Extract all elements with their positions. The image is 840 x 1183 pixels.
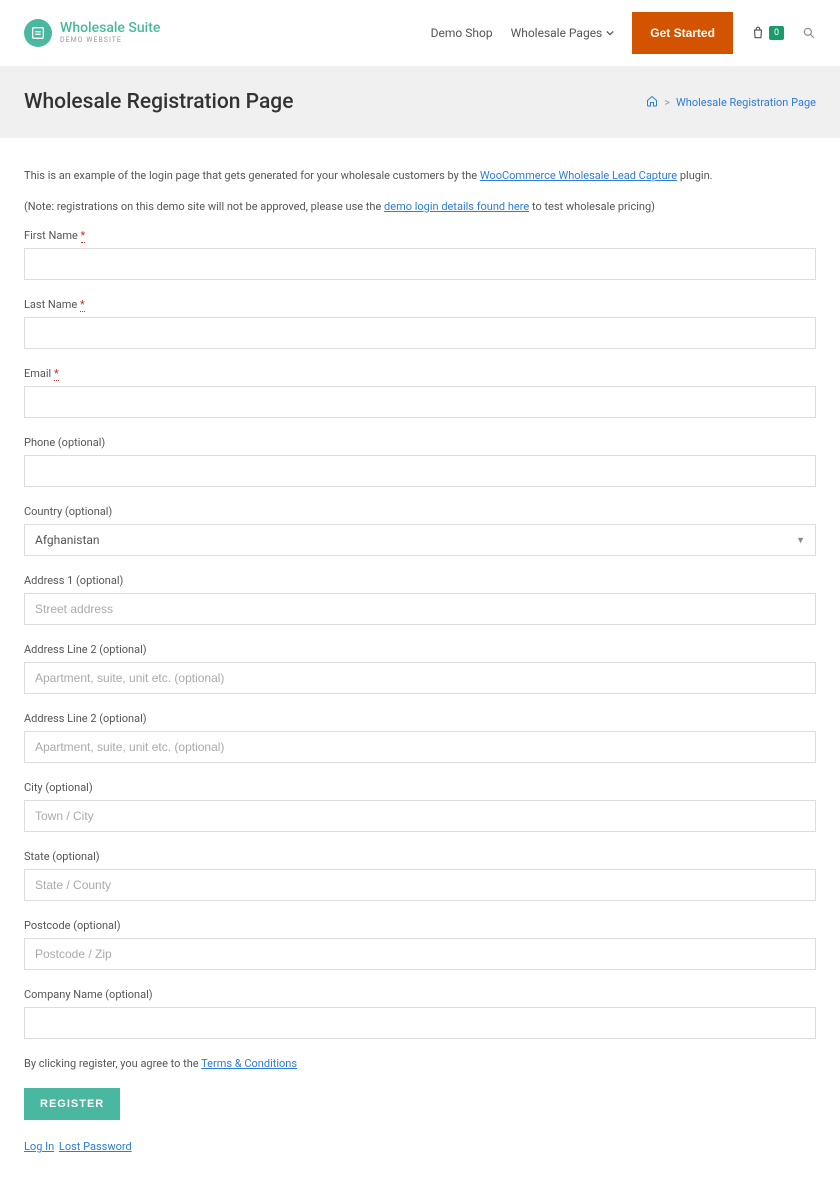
address-1-input[interactable] (24, 593, 816, 625)
field-city: City (optional) (24, 781, 816, 832)
breadcrumb: > Wholesale Registration Page (646, 95, 816, 110)
label-address-2a: Address Line 2 (optional) (24, 643, 816, 656)
label-company: Company Name (optional) (24, 988, 816, 1001)
state-input[interactable] (24, 869, 816, 901)
label-address-1: Address 1 (optional) (24, 574, 816, 587)
field-postcode: Postcode (optional) (24, 919, 816, 970)
field-address-2b: Address Line 2 (optional) (24, 712, 816, 763)
label-city: City (optional) (24, 781, 816, 794)
breadcrumb-sep: > (664, 96, 670, 109)
title-bar: Wholesale Registration Page > Wholesale … (0, 66, 840, 138)
phone-input[interactable] (24, 455, 816, 487)
intro-line-1: This is an example of the login page tha… (24, 168, 816, 185)
nav-wholesale-pages-label: Wholesale Pages (511, 26, 603, 40)
nav-demo-shop[interactable]: Demo Shop (431, 26, 493, 40)
required-marker: * (81, 229, 86, 243)
login-link[interactable]: Log In (24, 1140, 54, 1153)
last-name-input[interactable] (24, 317, 816, 349)
site-header: Wholesale Suite DEMO WEBSITE Demo Shop W… (0, 0, 840, 66)
field-state: State (optional) (24, 850, 816, 901)
demo-login-link[interactable]: demo login details found here (384, 200, 529, 213)
chevron-down-icon (606, 29, 614, 37)
bag-icon (751, 26, 765, 40)
field-address-1: Address 1 (optional) (24, 574, 816, 625)
email-input[interactable] (24, 386, 816, 418)
primary-nav: Demo Shop Wholesale Pages Get Started 0 (431, 12, 816, 54)
company-input[interactable] (24, 1007, 816, 1039)
breadcrumb-home[interactable] (646, 95, 658, 110)
aux-links: Log In Lost Password (24, 1140, 816, 1153)
intro-line-2: (Note: registrations on this demo site w… (24, 199, 816, 216)
postcode-input[interactable] (24, 938, 816, 970)
nav-wholesale-pages[interactable]: Wholesale Pages (511, 26, 615, 40)
country-select[interactable]: Afghanistan ▼ (24, 524, 816, 556)
label-first-name: First Name * (24, 229, 816, 242)
page-title: Wholesale Registration Page (24, 90, 293, 114)
label-state: State (optional) (24, 850, 816, 863)
required-marker: * (80, 298, 85, 312)
register-button[interactable]: REGISTER (24, 1088, 120, 1120)
label-email: Email * (24, 367, 816, 380)
label-last-name: Last Name * (24, 298, 816, 311)
first-name-input[interactable] (24, 248, 816, 280)
logo-subtitle: DEMO WEBSITE (60, 37, 160, 45)
field-last-name: Last Name * (24, 298, 816, 349)
address-2a-input[interactable] (24, 662, 816, 694)
get-started-button[interactable]: Get Started (632, 12, 733, 54)
address-2b-input[interactable] (24, 731, 816, 763)
required-marker: * (54, 367, 59, 381)
logo-badge-icon (24, 19, 52, 47)
agree-text: By clicking register, you agree to the T… (24, 1057, 816, 1070)
cart-button[interactable]: 0 (751, 26, 784, 40)
field-phone: Phone (optional) (24, 436, 816, 487)
search-icon[interactable] (802, 26, 816, 40)
logo-title: Wholesale Suite (60, 21, 160, 36)
terms-link[interactable]: Terms & Conditions (201, 1057, 297, 1070)
home-icon (646, 95, 658, 107)
city-input[interactable] (24, 800, 816, 832)
field-company: Company Name (optional) (24, 988, 816, 1039)
field-country: Country (optional) Afghanistan ▼ (24, 505, 816, 556)
label-address-2b: Address Line 2 (optional) (24, 712, 816, 725)
label-phone: Phone (optional) (24, 436, 816, 449)
field-address-2a: Address Line 2 (optional) (24, 643, 816, 694)
label-postcode: Postcode (optional) (24, 919, 816, 932)
country-select-value: Afghanistan (35, 533, 100, 547)
cart-count-badge: 0 (769, 26, 784, 40)
chevron-down-icon: ▼ (796, 535, 805, 546)
lead-capture-link[interactable]: WooCommerce Wholesale Lead Capture (480, 169, 677, 182)
label-country: Country (optional) (24, 505, 816, 518)
field-email: Email * (24, 367, 816, 418)
logo[interactable]: Wholesale Suite DEMO WEBSITE (24, 19, 160, 47)
field-first-name: First Name * (24, 229, 816, 280)
breadcrumb-current[interactable]: Wholesale Registration Page (676, 96, 816, 109)
lost-password-link[interactable]: Lost Password (59, 1140, 132, 1153)
main-content: This is an example of the login page tha… (0, 138, 840, 1183)
